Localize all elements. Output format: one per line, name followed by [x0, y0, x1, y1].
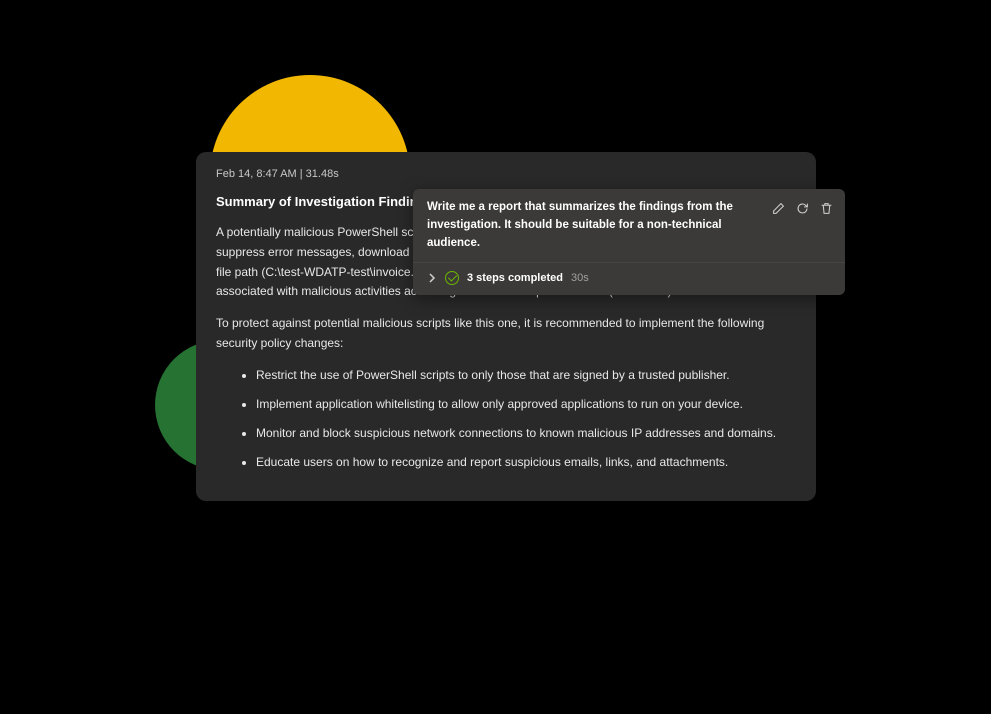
check-circle-icon: [445, 271, 459, 285]
edit-icon[interactable]: [771, 201, 785, 215]
prompt-actions: [771, 199, 833, 215]
prompt-card: Write me a report that summarizes the fi…: [413, 189, 845, 295]
list-item: Monitor and block suspicious network con…: [256, 424, 796, 443]
list-item: Restrict the use of PowerShell scripts t…: [256, 366, 796, 385]
status-duration: 30s: [571, 272, 589, 284]
report-timestamp: Feb 14, 8:47 AM | 31.48s: [216, 168, 796, 180]
chevron-right-icon[interactable]: [427, 273, 437, 283]
list-item: Implement application whitelisting to al…: [256, 395, 796, 414]
prompt-header: Write me a report that summarizes the fi…: [413, 189, 845, 262]
list-item: Educate users on how to recognize and re…: [256, 453, 796, 472]
refresh-icon[interactable]: [795, 201, 809, 215]
delete-icon[interactable]: [819, 201, 833, 215]
status-steps-label: 3 steps completed: [467, 272, 563, 284]
prompt-text: Write me a report that summarizes the fi…: [427, 199, 771, 252]
report-recommendations-list: Restrict the use of PowerShell scripts t…: [216, 366, 796, 473]
report-paragraph-2: To protect against potential malicious s…: [216, 314, 796, 354]
prompt-status-bar: 3 steps completed 30s: [413, 262, 845, 295]
